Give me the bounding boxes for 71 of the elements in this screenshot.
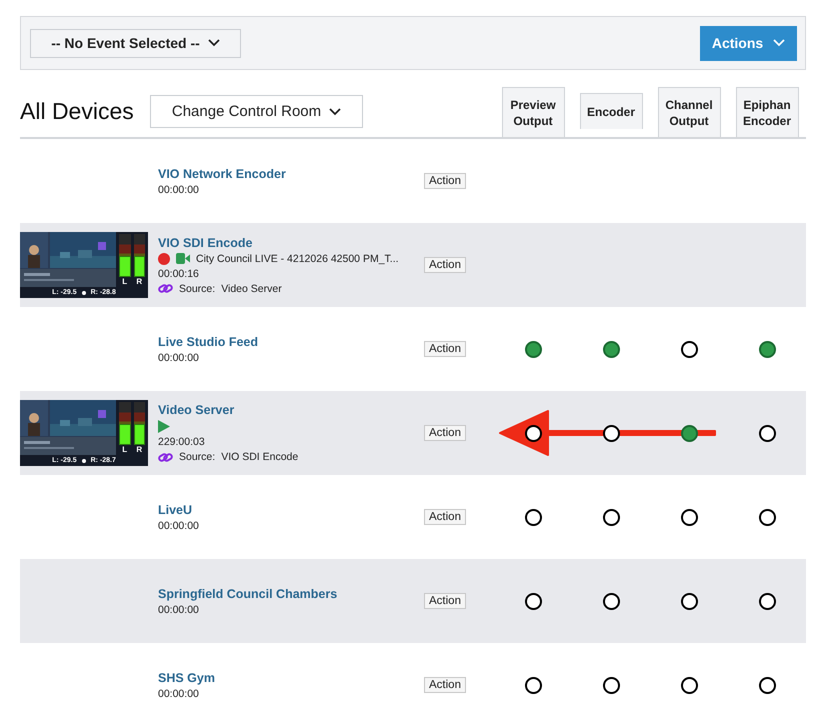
timecode: 229:00:03 bbox=[158, 436, 206, 448]
output-radio[interactable] bbox=[758, 508, 776, 526]
device-name[interactable]: Live Studio Feed bbox=[158, 334, 424, 348]
output-radio[interactable] bbox=[524, 676, 542, 694]
output-radio[interactable] bbox=[758, 340, 776, 358]
device-name[interactable]: VIO SDI Encode bbox=[158, 236, 424, 250]
chevron-down-icon bbox=[773, 39, 786, 47]
channel-label: R bbox=[136, 445, 142, 455]
output-radio[interactable] bbox=[758, 424, 776, 442]
column-header-button[interactable]: Preview Output bbox=[502, 87, 564, 137]
timecode: 00:00:00 bbox=[158, 352, 200, 364]
page-title: All Devices bbox=[20, 98, 135, 125]
audio-meter bbox=[134, 234, 145, 277]
column-header-button[interactable]: Encoder bbox=[580, 93, 642, 129]
output-radio[interactable] bbox=[602, 508, 620, 526]
output-radio[interactable] bbox=[680, 340, 698, 358]
timecode: 00:00:00 bbox=[158, 688, 200, 700]
dot-icon bbox=[82, 290, 86, 294]
device-name[interactable]: LiveU bbox=[158, 502, 424, 516]
link-icon bbox=[158, 283, 173, 294]
action-button[interactable]: Action bbox=[424, 509, 466, 525]
source-name: VIO SDI Encode bbox=[221, 451, 298, 463]
output-radio[interactable] bbox=[680, 676, 698, 694]
source-name: Video Server bbox=[221, 282, 282, 294]
output-radio[interactable] bbox=[680, 592, 698, 610]
column-header-button[interactable]: Epiphan Encoder bbox=[736, 87, 798, 137]
output-radio[interactable] bbox=[602, 592, 620, 610]
action-button[interactable]: Action bbox=[424, 173, 466, 189]
action-button[interactable]: Action bbox=[424, 677, 466, 693]
timecode: 00:00:00 bbox=[158, 520, 200, 532]
output-radio[interactable] bbox=[602, 340, 620, 358]
output-radio[interactable] bbox=[758, 676, 776, 694]
control-room-dropdown[interactable]: Change Control Room bbox=[150, 95, 363, 128]
chevron-down-icon bbox=[329, 108, 342, 116]
timecode: 00:00:00 bbox=[158, 604, 200, 616]
device-name[interactable]: VIO Network Encoder bbox=[158, 166, 424, 180]
dot-icon bbox=[82, 458, 86, 462]
action-button[interactable]: Action bbox=[424, 425, 466, 441]
timecode: 00:00:16 bbox=[158, 268, 200, 280]
device-name[interactable]: Springfield Council Chambers bbox=[158, 586, 424, 600]
output-radio[interactable] bbox=[758, 592, 776, 610]
timecode: 00:00:00 bbox=[158, 184, 200, 196]
output-radio[interactable] bbox=[524, 508, 542, 526]
action-button[interactable]: Action bbox=[424, 257, 466, 273]
audio-meter bbox=[119, 402, 130, 445]
play-icon bbox=[158, 420, 170, 433]
record-icon bbox=[158, 252, 170, 264]
channel-label: L bbox=[122, 445, 128, 455]
action-button[interactable]: Action bbox=[424, 593, 466, 609]
output-radio[interactable] bbox=[602, 424, 620, 442]
action-button[interactable]: Action bbox=[424, 341, 466, 357]
output-radio[interactable] bbox=[680, 508, 698, 526]
column-header-button[interactable]: Channel Output bbox=[658, 87, 720, 137]
channel-label: R bbox=[136, 277, 142, 287]
output-radio[interactable] bbox=[524, 592, 542, 610]
device-name[interactable]: SHS Gym bbox=[158, 670, 424, 684]
channel-label: L bbox=[122, 277, 128, 287]
video-camera-icon bbox=[176, 253, 190, 264]
event-dropdown[interactable]: -- No Event Selected -- bbox=[30, 28, 241, 58]
audio-meter bbox=[119, 234, 130, 277]
device-name[interactable]: Video Server bbox=[158, 403, 424, 417]
chevron-down-icon bbox=[208, 39, 220, 47]
output-radio[interactable] bbox=[602, 676, 620, 694]
output-radio[interactable] bbox=[680, 424, 698, 442]
link-icon bbox=[158, 452, 173, 462]
source-label: Source: bbox=[179, 282, 216, 294]
output-radio[interactable] bbox=[524, 340, 542, 358]
source-label: Source: bbox=[179, 451, 216, 463]
event-title: City Council LIVE - 4212026 42500 PM_T... bbox=[196, 252, 399, 264]
actions-button[interactable]: Actions bbox=[700, 26, 797, 60]
audio-meter bbox=[134, 402, 145, 445]
